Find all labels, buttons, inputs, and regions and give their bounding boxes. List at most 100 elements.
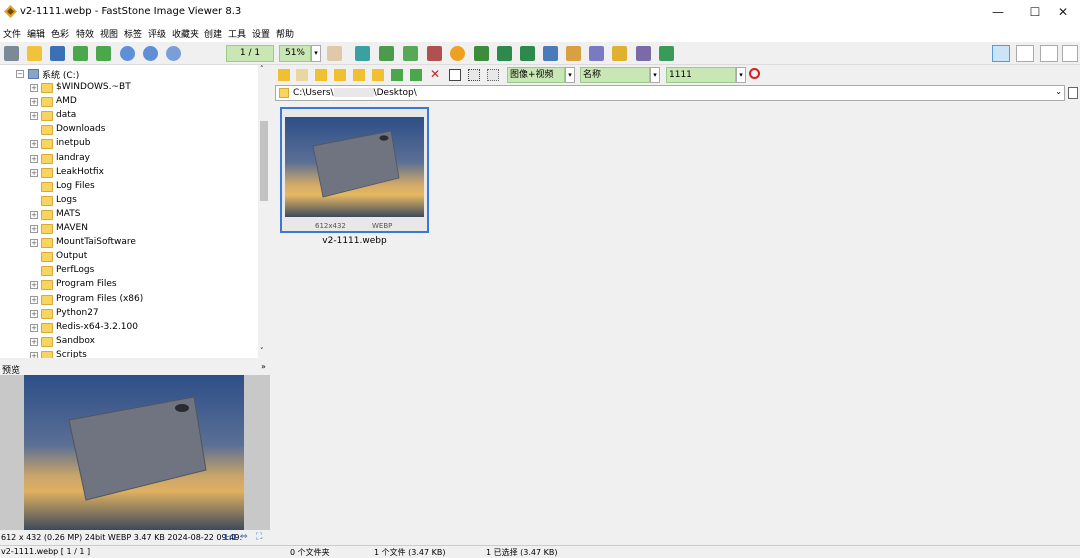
menu-view[interactable]: 视图: [100, 27, 118, 40]
select-all-icon[interactable]: [449, 69, 461, 81]
ratio-label[interactable]: 1:1: [223, 533, 237, 542]
tree-item[interactable]: Output: [0, 250, 258, 264]
tree-item[interactable]: + $WINDOWS.~BT: [0, 81, 258, 95]
close-button[interactable]: ✕: [1046, 0, 1080, 24]
tree-item[interactable]: + landray: [0, 152, 258, 166]
thumbnail-filename[interactable]: v2-1111.webp: [280, 236, 429, 246]
new-folder-icon[interactable]: [353, 69, 365, 81]
menu-color[interactable]: 色彩: [51, 27, 69, 40]
tree-item[interactable]: + Redis-x64-3.2.100: [0, 321, 258, 335]
tree-item[interactable]: + Program Files (x86): [0, 293, 258, 307]
expand-icon[interactable]: +: [30, 98, 38, 107]
forward-icon[interactable]: [296, 69, 308, 81]
print-icon[interactable]: [636, 46, 651, 61]
view-preview-button[interactable]: [1016, 45, 1034, 62]
color-icon[interactable]: [427, 46, 442, 61]
actual-size-icon[interactable]: [166, 46, 181, 61]
tree-item[interactable]: Logs: [0, 194, 258, 208]
menu-help[interactable]: 帮助: [276, 27, 294, 40]
tree-item[interactable]: + MATS: [0, 208, 258, 222]
expand-icon[interactable]: +: [30, 309, 38, 318]
path-text[interactable]: C:\Users\ \Desktop\: [293, 88, 417, 98]
brightness-icon[interactable]: [450, 46, 465, 61]
expand-icon[interactable]: +: [30, 84, 38, 92]
filter-select[interactable]: 图像+视频: [507, 67, 565, 83]
zoom-in-icon[interactable]: [120, 46, 135, 61]
wallpaper-icon[interactable]: [659, 46, 674, 61]
scroll-thumb[interactable]: [260, 121, 268, 201]
expand-icon[interactable]: +: [30, 225, 38, 233]
scroll-down-icon[interactable]: ˅: [260, 347, 264, 355]
expand-icon[interactable]: +: [30, 323, 38, 332]
fullscreen-icon[interactable]: ⛶: [256, 532, 266, 542]
crop-icon[interactable]: [379, 46, 394, 61]
save-icon[interactable]: [50, 46, 65, 61]
tree-item[interactable]: + MountTaiSoftware: [0, 236, 258, 250]
view-browser-button[interactable]: [992, 45, 1010, 62]
slideshow-icon[interactable]: [566, 46, 581, 61]
zoom-level[interactable]: 51%: [279, 45, 311, 62]
adjust-icon[interactable]: [403, 46, 418, 61]
rotate-left-icon[interactable]: [497, 46, 512, 61]
tree-item[interactable]: + Sandbox: [0, 335, 258, 349]
up-folder-icon[interactable]: [315, 69, 327, 81]
path-bar[interactable]: C:\Users\ \Desktop\ ⌄: [275, 85, 1065, 101]
open-folder-icon[interactable]: [27, 46, 42, 61]
tree-item[interactable]: + Program Files: [0, 278, 258, 292]
tree-item[interactable]: + data: [0, 109, 258, 123]
tree-item[interactable]: PerfLogs: [0, 264, 258, 278]
draw-icon[interactable]: [589, 46, 604, 61]
tree-item[interactable]: + Python27: [0, 307, 258, 321]
fit-icon[interactable]: ⇔: [240, 532, 250, 542]
sort-select[interactable]: 名称: [580, 67, 650, 83]
tree-item[interactable]: + inetpub: [0, 137, 258, 151]
expand-icon[interactable]: +: [30, 281, 38, 290]
view-thumbnails-button[interactable]: [1040, 45, 1058, 62]
thumb-size-dropdown-arrow[interactable]: ▾: [736, 67, 746, 83]
delete-icon[interactable]: ✕: [430, 67, 440, 81]
histogram-icon[interactable]: [543, 46, 558, 61]
expand-icon[interactable]: +: [30, 351, 38, 358]
thumb-size-select[interactable]: 1111: [666, 67, 736, 83]
menu-tools[interactable]: 工具: [228, 27, 246, 40]
copy-icon[interactable]: [391, 69, 403, 81]
expand-icon[interactable]: +: [30, 337, 38, 346]
filter-dropdown-arrow[interactable]: ▾: [565, 67, 575, 83]
menu-file[interactable]: 文件: [3, 27, 21, 40]
details-icon[interactable]: [487, 69, 499, 81]
collapse-preview-icon[interactable]: »: [261, 362, 266, 371]
next-icon[interactable]: [96, 46, 111, 61]
previous-icon[interactable]: [73, 46, 88, 61]
move-icon[interactable]: [410, 69, 422, 81]
zoom-out-icon[interactable]: [143, 46, 158, 61]
email-icon[interactable]: [612, 46, 627, 61]
tree-item[interactable]: Log Files: [0, 180, 258, 194]
tree-root[interactable]: − 系统 (C:): [0, 67, 258, 81]
collapse-icon[interactable]: −: [16, 70, 24, 78]
user-icon[interactable]: [474, 46, 489, 61]
menu-settings[interactable]: 设置: [252, 27, 270, 40]
back-icon[interactable]: [278, 69, 290, 81]
menu-favorites[interactable]: 收藏夹: [172, 27, 199, 40]
expand-icon[interactable]: +: [30, 295, 38, 304]
tree-item[interactable]: Downloads: [0, 123, 258, 137]
expand-icon[interactable]: +: [30, 210, 38, 219]
browse-folder-icon[interactable]: [1068, 87, 1078, 99]
rotate-right-icon[interactable]: [520, 46, 535, 61]
expand-icon[interactable]: +: [30, 112, 38, 121]
path-dropdown-arrow[interactable]: ⌄: [1055, 87, 1062, 96]
tree-scrollbar[interactable]: ˄ ˅: [258, 65, 270, 358]
expand-icon[interactable]: +: [30, 140, 38, 149]
minimize-button[interactable]: —: [981, 0, 1015, 24]
hand-tool-icon[interactable]: [327, 46, 342, 61]
zoom-dropdown-arrow[interactable]: ▾: [311, 45, 321, 62]
menu-effects[interactable]: 特效: [76, 27, 94, 40]
tree-item[interactable]: + MAVEN: [0, 222, 258, 236]
expand-icon[interactable]: +: [30, 168, 38, 177]
menu-tags[interactable]: 标签: [124, 27, 142, 40]
camera-icon[interactable]: [4, 46, 19, 61]
menu-rating[interactable]: 评级: [148, 27, 166, 40]
tree-item[interactable]: + LeakHotfix: [0, 166, 258, 180]
favorite-folder-icon[interactable]: [334, 69, 346, 81]
expand-icon[interactable]: +: [30, 154, 38, 163]
